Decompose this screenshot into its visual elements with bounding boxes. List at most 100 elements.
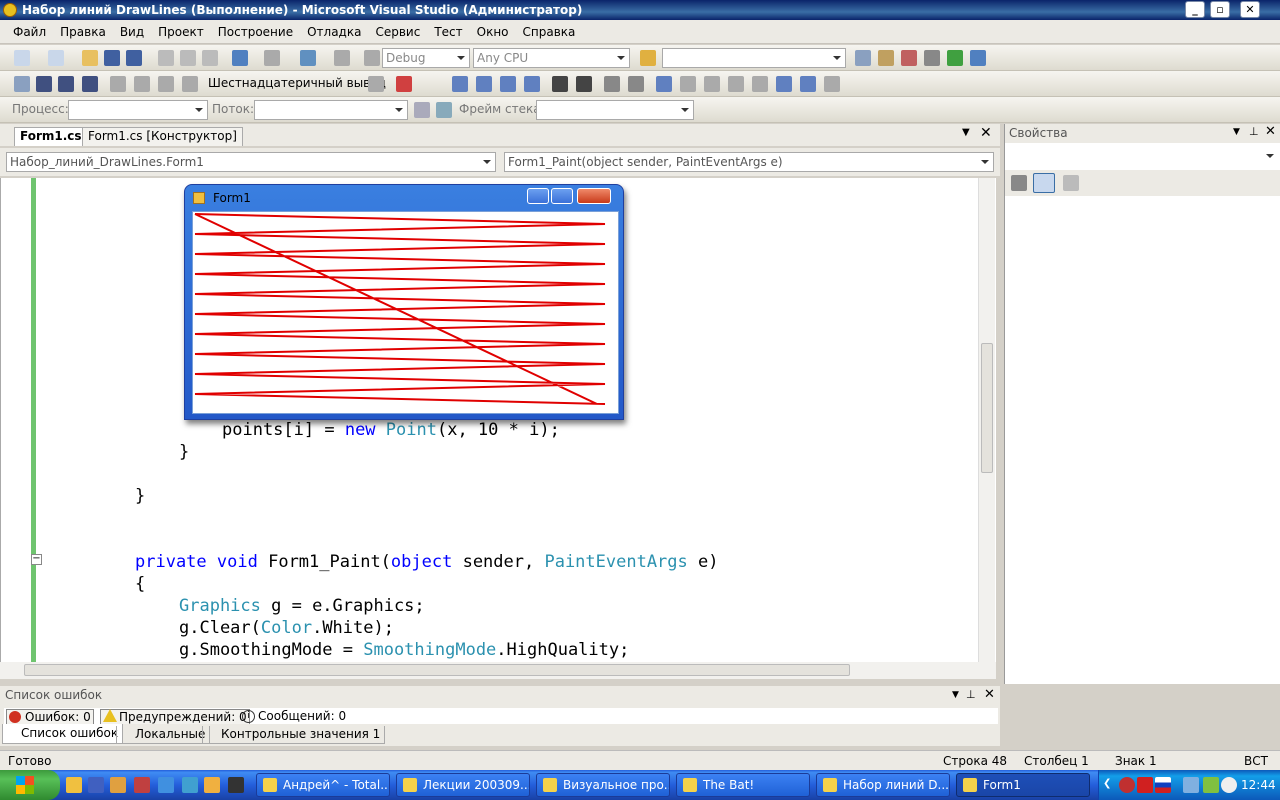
form1-minimize-button[interactable] [527, 188, 549, 204]
thread-select[interactable] [254, 100, 408, 120]
menu-window[interactable]: Окно [470, 25, 516, 39]
prev-bookmark-icon[interactable] [680, 76, 696, 92]
prev-bookmark-folder-icon[interactable] [728, 76, 744, 92]
indent-icon[interactable] [552, 76, 568, 92]
flag-threads-icon[interactable] [436, 102, 452, 118]
stop-debugging-icon[interactable] [58, 76, 74, 92]
language-flag-icon[interactable] [1155, 777, 1171, 793]
messages-filter-button[interactable]: Сообщений: 0 [240, 709, 346, 723]
step-out-icon[interactable] [182, 76, 198, 92]
class-view-icon[interactable] [476, 76, 492, 92]
collapse-icon[interactable]: − [31, 554, 42, 565]
tray-icon[interactable] [1137, 777, 1153, 793]
object-browser-icon[interactable] [901, 50, 917, 66]
close-panel-icon[interactable]: ✕ [984, 687, 995, 702]
breakpoints-icon[interactable] [396, 76, 412, 92]
quicklaunch-icon[interactable] [204, 777, 220, 793]
editor-horizontal-scrollbar[interactable] [0, 662, 996, 679]
taskbar-item[interactable]: The Bat! [676, 773, 810, 797]
break-all-icon[interactable] [36, 76, 52, 92]
next-bookmark-folder-icon[interactable] [752, 76, 768, 92]
taskbar-item[interactable]: Андрей^ - Total... [256, 773, 390, 797]
scroll-thumb[interactable] [24, 664, 850, 676]
redo-icon[interactable] [264, 50, 280, 66]
stack-frame-select[interactable] [536, 100, 694, 120]
form1-window[interactable]: Form1 [184, 184, 624, 420]
find-combo[interactable] [662, 48, 846, 68]
solution-explorer-icon[interactable] [855, 50, 871, 66]
add-item-icon[interactable] [48, 50, 64, 66]
editor-vertical-scrollbar[interactable] [978, 178, 995, 662]
other-windows-icon[interactable] [970, 50, 986, 66]
find-in-files-icon[interactable] [640, 50, 656, 66]
step-into-icon[interactable] [134, 76, 150, 92]
start-debugging-icon[interactable] [364, 50, 380, 66]
undo-icon[interactable] [232, 50, 248, 66]
form1-close-button[interactable] [577, 188, 611, 204]
show-all-files-icon[interactable] [452, 76, 468, 92]
prev-bookmark-doc-icon[interactable] [776, 76, 792, 92]
navigate-back-icon[interactable] [300, 50, 316, 66]
next-bookmark-doc-icon[interactable] [800, 76, 816, 92]
platform-select[interactable]: Any CPU [473, 48, 630, 68]
tab-form1-designer[interactable]: Form1.cs [Конструктор] [82, 127, 243, 146]
panel-menu-icon[interactable]: ▼ [952, 690, 959, 700]
process-select[interactable] [68, 100, 208, 120]
quicklaunch-icon[interactable] [182, 777, 198, 793]
taskbar-item[interactable]: Лекции 200309.... [396, 773, 530, 797]
pin-icon[interactable]: ⊥ [1249, 125, 1259, 138]
outdent-icon[interactable] [576, 76, 592, 92]
quicklaunch-icon[interactable] [110, 777, 126, 793]
uncomment-icon[interactable] [628, 76, 644, 92]
clear-bookmarks-icon[interactable] [824, 76, 840, 92]
navigate-forward-icon[interactable] [334, 50, 350, 66]
start-page-icon[interactable] [947, 50, 963, 66]
tray-icon[interactable] [1183, 777, 1199, 793]
internet-explorer-icon[interactable] [158, 777, 174, 793]
comment-icon[interactable] [604, 76, 620, 92]
open-icon[interactable] [82, 50, 98, 66]
menu-edit[interactable]: Правка [53, 25, 113, 39]
text-format-icon[interactable] [524, 76, 540, 92]
step-over-icon[interactable] [158, 76, 174, 92]
menu-test[interactable]: Тест [427, 25, 469, 39]
quicklaunch-icon[interactable] [88, 777, 104, 793]
quicklaunch-icon[interactable] [66, 777, 82, 793]
start-button[interactable] [0, 770, 60, 800]
save-icon[interactable] [104, 50, 120, 66]
show-next-statement-icon[interactable] [110, 76, 126, 92]
alphabetical-icon[interactable] [1033, 173, 1055, 193]
menu-file[interactable]: Файл [6, 25, 53, 39]
menu-build[interactable]: Построение [211, 25, 300, 39]
property-pages-icon[interactable] [1063, 175, 1079, 191]
next-bookmark-icon[interactable] [704, 76, 720, 92]
tray-icon[interactable] [1203, 777, 1219, 793]
minimize-button[interactable]: _ [1185, 1, 1205, 18]
toolbox-icon[interactable] [924, 50, 940, 66]
categorized-icon[interactable] [1011, 175, 1027, 191]
restore-button[interactable]: ▫ [1210, 1, 1230, 18]
menu-view[interactable]: Вид [113, 25, 151, 39]
show-hidden-icons[interactable]: ❮ [1103, 778, 1111, 789]
object-select[interactable] [1007, 146, 1279, 166]
restart-icon[interactable] [82, 76, 98, 92]
class-combo[interactable]: Набор_линий_DrawLines.Form1 [6, 152, 496, 172]
cut-icon[interactable] [158, 50, 174, 66]
quicklaunch-icon[interactable] [134, 777, 150, 793]
taskbar-item[interactable]: Визуальное про... [536, 773, 670, 797]
volume-icon[interactable] [1221, 777, 1237, 793]
quicklaunch-icon[interactable] [228, 777, 244, 793]
tab-form1-cs[interactable]: Form1.cs [14, 127, 88, 146]
hex-toggle-icon[interactable] [368, 76, 384, 92]
continue-icon[interactable] [14, 76, 30, 92]
bookmark-icon[interactable] [656, 76, 672, 92]
taskbar-item-active[interactable]: Form1 [956, 773, 1090, 797]
new-project-icon[interactable] [14, 50, 30, 66]
tray-icon[interactable] [1119, 777, 1135, 793]
menu-project[interactable]: Проект [151, 25, 211, 39]
tab-locals[interactable]: Локальные [116, 726, 211, 744]
warnings-filter-button[interactable]: Предупреждений: 0 [100, 709, 250, 725]
taskbar-item[interactable]: Набор линий D... [816, 773, 950, 797]
hexadecimal-display-button[interactable]: Шестнадцатеричный вывод [208, 76, 386, 90]
panel-menu-icon[interactable]: ▼ [1233, 127, 1240, 137]
